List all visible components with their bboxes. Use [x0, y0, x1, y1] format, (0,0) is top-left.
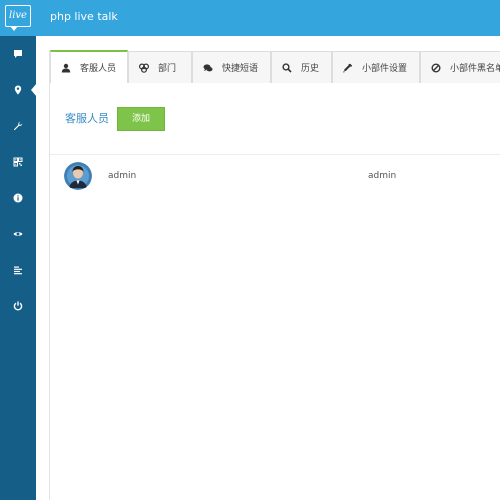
- info-icon: [13, 193, 23, 203]
- tab-bar: 客服人员 部门 快捷短语 历史 小部件设置 小部件黑名单: [50, 50, 500, 83]
- tab-history[interactable]: 历史: [271, 51, 332, 83]
- chat-icon: [203, 63, 213, 71]
- power-icon: [13, 301, 23, 311]
- tab-quick-phrases[interactable]: 快捷短语: [192, 51, 271, 83]
- sidebar-item-qrcode[interactable]: [0, 144, 36, 180]
- sidebar-item-monitor[interactable]: [0, 216, 36, 252]
- user-icon: [61, 63, 71, 72]
- ban-icon: [431, 63, 441, 72]
- tab-label: 客服人员: [80, 64, 117, 74]
- tab-label: 快捷短语: [222, 64, 259, 74]
- sitemap-icon: [139, 63, 149, 73]
- map-marker-icon: [14, 85, 22, 95]
- add-agent-button[interactable]: 添加: [117, 107, 165, 131]
- wrench-icon: [13, 121, 23, 131]
- user-account: admin: [368, 171, 397, 181]
- align-left-icon: [14, 266, 22, 275]
- sidebar: [0, 36, 37, 500]
- eye-icon: [13, 232, 23, 236]
- tab-widget-settings[interactable]: 小部件设置: [332, 51, 420, 83]
- sidebar-item-logout[interactable]: [0, 288, 36, 324]
- app-logo[interactable]: live: [0, 0, 36, 36]
- top-bar: live php live talk: [0, 0, 500, 36]
- logo-tail: [10, 26, 18, 31]
- divider: [50, 154, 500, 155]
- sidebar-item-chat[interactable]: [0, 36, 36, 72]
- tab-label: 小部件设置: [362, 64, 408, 74]
- avatar: [64, 162, 92, 190]
- sidebar-item-list[interactable]: [0, 252, 36, 288]
- table-row[interactable]: admin admin: [50, 158, 500, 194]
- tab-label: 小部件黑名单: [450, 64, 500, 74]
- tab-widget-blacklist[interactable]: 小部件黑名单: [420, 51, 500, 83]
- search-icon: [282, 62, 292, 73]
- sidebar-item-info[interactable]: [0, 180, 36, 216]
- tab-label: 部门: [158, 64, 177, 74]
- tab-departments[interactable]: 部门: [128, 51, 192, 83]
- tab-label: 历史: [301, 64, 320, 74]
- logo-text: live: [5, 5, 31, 27]
- comment-icon: [14, 50, 22, 58]
- app-title: php live talk: [50, 10, 118, 23]
- qrcode-icon: [13, 157, 23, 167]
- eyedropper-icon: [343, 63, 353, 73]
- sidebar-item-location[interactable]: [0, 72, 37, 108]
- tab-agents[interactable]: 客服人员: [50, 50, 128, 83]
- user-name: admin: [108, 171, 137, 181]
- main-content: 客服人员 部门 快捷短语 历史 小部件设置 小部件黑名单 客服人员 添加 adm…: [49, 50, 500, 500]
- panel-title: 客服人员: [65, 112, 109, 125]
- sidebar-item-settings[interactable]: [0, 108, 36, 144]
